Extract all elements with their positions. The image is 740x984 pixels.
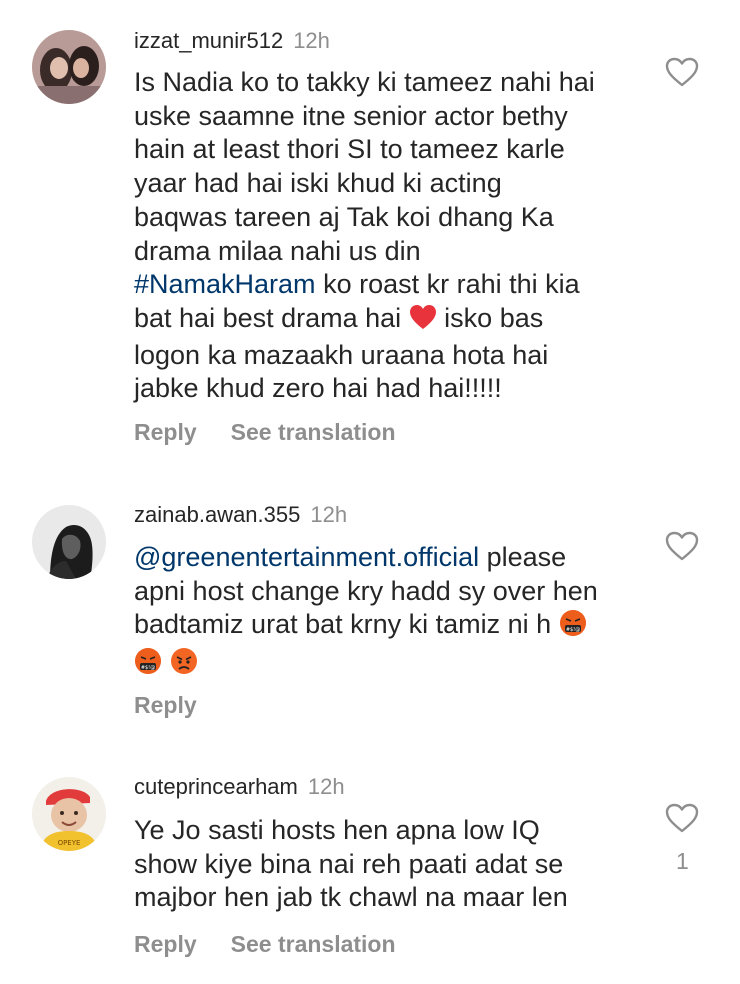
username[interactable]: zainab.awan.355 xyxy=(134,502,300,527)
comment-text: Ye Jo sasti hosts hen apna low IQ show k… xyxy=(134,814,644,915)
avatar[interactable] xyxy=(32,505,106,579)
like-heart-icon[interactable] xyxy=(665,803,699,833)
reply-button[interactable]: Reply xyxy=(134,419,197,445)
mention-link[interactable]: @greenentertainment.official xyxy=(134,542,479,572)
comment-line: Is Nadia ko to takky ki tameez nahi hai xyxy=(134,67,595,97)
like-heart-icon[interactable] xyxy=(665,531,699,561)
reply-button[interactable]: Reply xyxy=(134,692,197,718)
timestamp: 12h xyxy=(310,502,348,527)
comment-actions: Reply xyxy=(134,692,231,719)
comment-line: drama milaa nahi us din xyxy=(134,235,421,266)
face-with-symbols-emoji-icon: #$!@ xyxy=(134,647,162,684)
comment-meta: izzat_munir512 12h xyxy=(134,28,330,54)
red-heart-emoji-icon xyxy=(409,304,437,339)
comment-text: Is Nadia ko to takky ki tameez nahi hai … xyxy=(134,66,644,406)
comment-meta: cuteprincearham 12h xyxy=(134,774,345,800)
comment-line: apni host change kry hadd sy over hen xyxy=(134,575,598,606)
timestamp: 12h xyxy=(293,28,330,53)
comment-line: hain at least thori SI to tameez karle xyxy=(134,134,565,165)
like-heart-icon[interactable] xyxy=(665,57,699,87)
reply-button[interactable]: Reply xyxy=(134,931,197,957)
comment-actions: Reply See translation xyxy=(134,419,430,446)
comment-text: @greenentertainment.official please apni… xyxy=(134,541,644,684)
avatar[interactable]: OPEYE xyxy=(32,777,106,851)
comment-line-part: isko bas xyxy=(436,302,544,333)
comment-line: majbor hen jab tk chawl na maar len xyxy=(134,882,568,913)
username[interactable]: cuteprincearham xyxy=(134,774,298,799)
comment-actions: Reply See translation xyxy=(134,931,430,958)
comment-line: logon ka mazaakh uraana hota hai xyxy=(134,339,549,370)
avatar-photo-icon xyxy=(32,505,106,579)
comment-line: uske saamne itne senior actor bethy xyxy=(134,100,568,131)
comment-line: badtamiz urat bat krny ki tamiz ni h #$!… xyxy=(134,608,644,646)
comment-line: yaar had hai iski khud ki acting xyxy=(134,168,502,199)
username[interactable]: izzat_munir512 xyxy=(134,28,283,53)
comment-line: #NamakHaram ko roast kr rahi thi kia xyxy=(134,268,644,302)
comment-line: baqwas tareen aj Tak koi dhang Ka xyxy=(134,201,554,232)
hashtag-link[interactable]: #NamakHaram xyxy=(134,269,316,299)
comment-line-part: bat hai best drama hai xyxy=(134,302,409,333)
comment-line: show kiye bina nai reh paati adat se xyxy=(134,848,564,879)
svg-text:#$!@: #$!@ xyxy=(565,627,579,633)
comment-line-part: badtamiz urat bat krny ki tamiz ni h xyxy=(134,609,559,640)
timestamp: 12h xyxy=(307,774,345,799)
comment-line: @greenentertainment.official please xyxy=(134,541,644,575)
comment-meta: zainab.awan.355 12h xyxy=(134,502,347,528)
avatar-photo-icon xyxy=(32,30,106,104)
comment-line: jabke khud zero hai had hai!!!!! xyxy=(134,373,502,404)
like-count: 1 xyxy=(676,848,689,874)
comment-line: #$!@ xyxy=(134,646,644,684)
comment-line: Ye Jo sasti hosts hen apna low IQ xyxy=(134,815,540,845)
svg-text:OPEYE: OPEYE xyxy=(58,839,81,847)
avatar-photo-icon: OPEYE xyxy=(32,777,106,851)
face-with-symbols-emoji-icon: #$!@ xyxy=(559,609,587,646)
comment-line-rest: ko roast kr rahi thi kia xyxy=(315,269,580,300)
angry-face-emoji-icon xyxy=(170,647,198,684)
comment-line-rest: please xyxy=(479,542,567,572)
svg-text:#$!@: #$!@ xyxy=(141,665,155,671)
avatar[interactable] xyxy=(32,30,106,104)
see-translation-button[interactable]: See translation xyxy=(231,419,396,445)
comment-line: bat hai best drama hai isko bas xyxy=(134,302,644,339)
see-translation-button[interactable]: See translation xyxy=(231,931,396,957)
